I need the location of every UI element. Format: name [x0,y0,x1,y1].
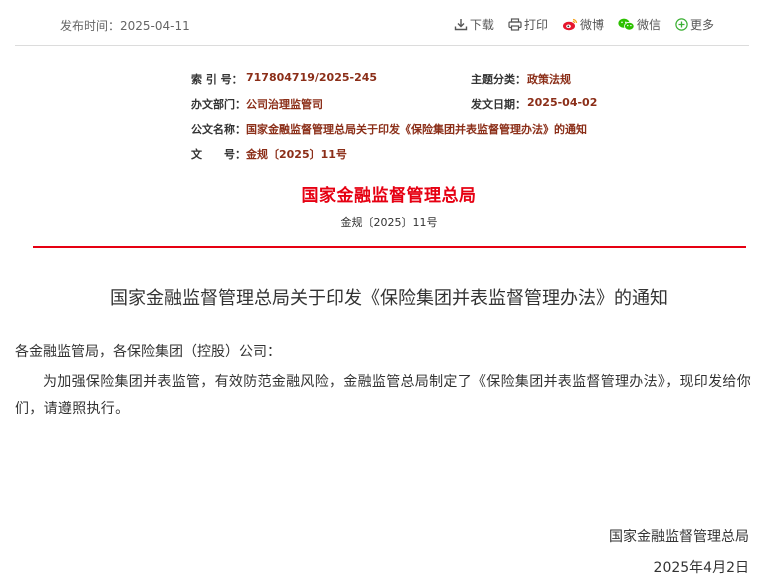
index-number-label: 索 引 号： [191,73,243,86]
top-bar: 发布时间：2025-04-11 下载 打印 微博 微信 更多 [0,0,778,46]
issuer-heading: 国家金融监督管理总局 [301,186,477,206]
doc-number-value: 金规〔2025〕11号 [246,148,347,161]
more-share-button[interactable]: 更多 [675,16,714,33]
wechat-icon [618,18,635,31]
document-title: 国家金融监督管理总局关于印发《保险集团并表监督管理办法》的通知 [110,288,668,309]
print-button[interactable]: 打印 [508,16,548,33]
category-value: 政策法规 [527,73,571,86]
category-label: 主题分类： [471,73,526,86]
download-icon [454,18,468,31]
wechat-share-button[interactable]: 微信 [618,16,661,33]
index-number-value: 717804719/2025-245 [246,71,378,84]
print-label: 打印 [523,18,548,32]
plus-circle-icon [675,18,688,31]
dept-label: 办文部门： [191,98,246,111]
share-toolbar: 下载 打印 微博 微信 更多 [454,16,714,33]
weibo-label: 微博 [579,18,604,32]
dept-value: 公司治理监管司 [246,98,323,111]
doc-name-value: 国家金融监督管理总局关于印发《保险集团并表监督管理办法》的通知 [246,123,587,136]
publish-date: 发布时间：2025-04-11 [60,17,190,34]
body-paragraph: 为加强保险集团并表监管，有效防范金融风险，金融监管总局制定了《保险集团并表监督管… [15,374,751,417]
issue-date-label: 发文日期： [471,98,526,111]
doc-number-label: 文 号： [191,148,246,161]
printer-icon [508,18,522,31]
issue-date-value: 2025-04-02 [527,96,598,109]
download-label: 下载 [469,18,494,32]
signature-date: 2025年4月2日 [653,560,749,576]
signature: 国家金融监督管理总局 [609,529,749,545]
download-button[interactable]: 下载 [454,16,494,33]
red-divider [33,246,746,248]
salutation: 各金融监管局，各保险集团（控股）公司： [15,344,281,360]
header-divider [15,45,749,46]
doc-name-label: 公文名称： [191,123,246,136]
weibo-share-button[interactable]: 微博 [562,16,604,33]
document-number: 金规〔2025〕11号 [340,216,438,229]
wechat-label: 微信 [636,18,661,32]
publish-date-label: 发布时间： [60,19,121,33]
more-label: 更多 [689,18,714,32]
publish-date-value: 2025-04-11 [120,19,190,33]
weibo-icon [562,18,578,31]
